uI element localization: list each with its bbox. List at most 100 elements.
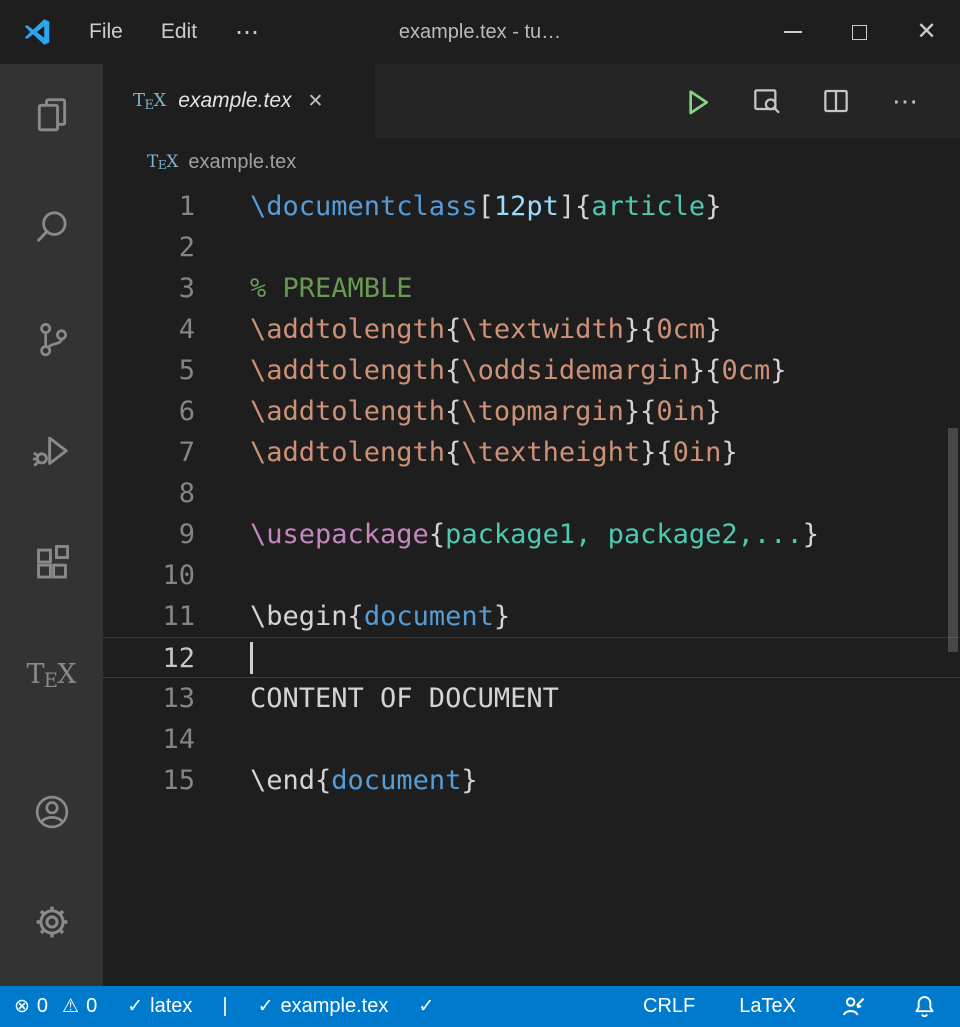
extensions-icon [33,543,71,581]
line-number[interactable]: 10 [103,555,195,596]
line-number[interactable]: 12 [103,638,195,677]
code-text[interactable] [195,227,250,268]
line-number[interactable]: 8 [103,473,195,514]
line-number[interactable]: 5 [103,350,195,391]
menu-edit[interactable]: Edit [142,0,216,64]
view-pdf-icon [750,85,782,117]
code-line[interactable]: 13CONTENT OF DOCUMENT [103,678,960,719]
close-button[interactable]: ✕ [893,0,960,64]
editor-actions: ⋯ [644,64,960,138]
breadcrumb-file[interactable]: example.tex [188,151,296,174]
source-control-icon [33,319,71,357]
tab-label: example.tex [178,89,291,113]
activity-source-control[interactable] [28,314,76,362]
build-status-check[interactable]: ✓ [418,995,441,1018]
check-icon: ✓ [127,995,143,1018]
activity-bar-bottom [28,788,76,986]
code-line[interactable]: 10 [103,555,960,596]
activity-extensions[interactable] [28,538,76,586]
code-text[interactable] [195,473,250,514]
account-button[interactable] [28,788,76,836]
line-number[interactable]: 2 [103,227,195,268]
activity-latex-workshop[interactable]: TEX [28,650,76,698]
settings-button[interactable] [28,898,76,946]
line-number[interactable]: 7 [103,432,195,473]
menu-overflow[interactable]: ⋯ [216,0,280,64]
code-line[interactable]: 15\end{document} [103,760,960,801]
error-count: 0 [37,995,48,1018]
more-actions-button[interactable]: ⋯ [888,83,924,119]
activity-explorer[interactable] [28,90,76,138]
activity-search[interactable] [28,202,76,250]
line-number[interactable]: 1 [103,186,195,227]
build-run-button[interactable] [678,83,714,119]
eol-indicator[interactable]: CRLF [643,995,695,1018]
code-text[interactable]: CONTENT OF DOCUMENT [195,678,559,719]
more-actions-icon: ⋯ [892,86,920,117]
minimize-icon [784,31,802,33]
editor-area: TEX example.tex ✕ [103,64,960,986]
code-line[interactable]: 1\documentclass[12pt]{article} [103,186,960,227]
code-line[interactable]: 12 [103,637,960,678]
run-debug-icon [33,431,71,469]
code-text[interactable]: \usepackage{package1, package2,...} [195,514,819,555]
code-line[interactable]: 6\addtolength{\topmargin}{0in} [103,391,960,432]
root-file-label: example.tex [281,995,389,1018]
code-text[interactable]: \end{document} [195,760,478,801]
code-line[interactable]: 14 [103,719,960,760]
breadcrumb[interactable]: TEX example.tex [103,138,960,186]
line-number[interactable]: 13 [103,678,195,719]
minimize-button[interactable] [759,0,826,64]
line-number[interactable]: 9 [103,514,195,555]
code-text[interactable] [195,719,250,760]
code-text[interactable] [195,555,250,596]
scrollbar[interactable] [948,428,958,652]
root-file-status[interactable]: ✓ example.tex [258,995,389,1018]
code-text[interactable]: \addtolength{\textheight}{0in} [195,432,738,473]
titlebar: File Edit ⋯ example.tex - tu… ✕ [0,0,960,64]
code-line[interactable]: 11\begin{document} [103,596,960,637]
warning-count: 0 [86,995,97,1018]
code-text[interactable] [195,638,250,677]
maximize-button[interactable] [826,0,893,64]
line-number[interactable]: 4 [103,309,195,350]
code-text[interactable]: \addtolength{\textwidth}{0cm} [195,309,721,350]
line-number[interactable]: 3 [103,268,195,309]
language-mode[interactable]: LaTeX [739,995,796,1018]
notifications-button[interactable] [911,993,938,1020]
view-pdf-button[interactable] [748,83,784,119]
code-text[interactable]: \addtolength{\oddsidemargin}{0cm} [195,350,786,391]
window-controls: ✕ [759,0,960,64]
code-line[interactable]: 9\usepackage{package1, package2,...} [103,514,960,555]
problems-indicator[interactable]: ⊗ 0 ⚠ 0 [14,995,97,1018]
code-text[interactable]: % PREAMBLE [195,268,413,309]
latex-workshop-tex-icon: TEX [27,659,77,690]
line-number[interactable]: 11 [103,596,195,637]
activity-run-debug[interactable] [28,426,76,474]
explorer-icon [33,95,71,133]
run-icon [680,85,712,117]
code-line[interactable]: 3% PREAMBLE [103,268,960,309]
line-number[interactable]: 14 [103,719,195,760]
main-area: TEX TEX example. [0,64,960,986]
line-number[interactable]: 6 [103,391,195,432]
tab-example-tex[interactable]: TEX example.tex ✕ [103,64,375,138]
code-text[interactable]: \addtolength{\topmargin}{0in} [195,391,721,432]
code-text[interactable]: \documentclass[12pt]{article} [195,186,721,227]
activity-bar: TEX [0,64,103,986]
code-line[interactable]: 5\addtolength{\oddsidemargin}{0cm} [103,350,960,391]
code-line[interactable]: 8 [103,473,960,514]
feedback-icon [840,993,867,1020]
feedback-button[interactable] [840,993,867,1020]
code-line[interactable]: 4\addtolength{\textwidth}{0cm} [103,309,960,350]
line-number[interactable]: 15 [103,760,195,801]
split-editor-button[interactable] [818,83,854,119]
tab-close-icon[interactable]: ✕ [308,90,324,113]
maximize-icon [852,25,867,40]
linter-status[interactable]: ✓ latex [127,995,192,1018]
error-icon: ⊗ [14,995,30,1018]
menu-file[interactable]: File [70,0,142,64]
code-text[interactable]: \begin{document} [195,596,510,637]
code-line[interactable]: 2 [103,227,960,268]
code-line[interactable]: 7\addtolength{\textheight}{0in} [103,432,960,473]
